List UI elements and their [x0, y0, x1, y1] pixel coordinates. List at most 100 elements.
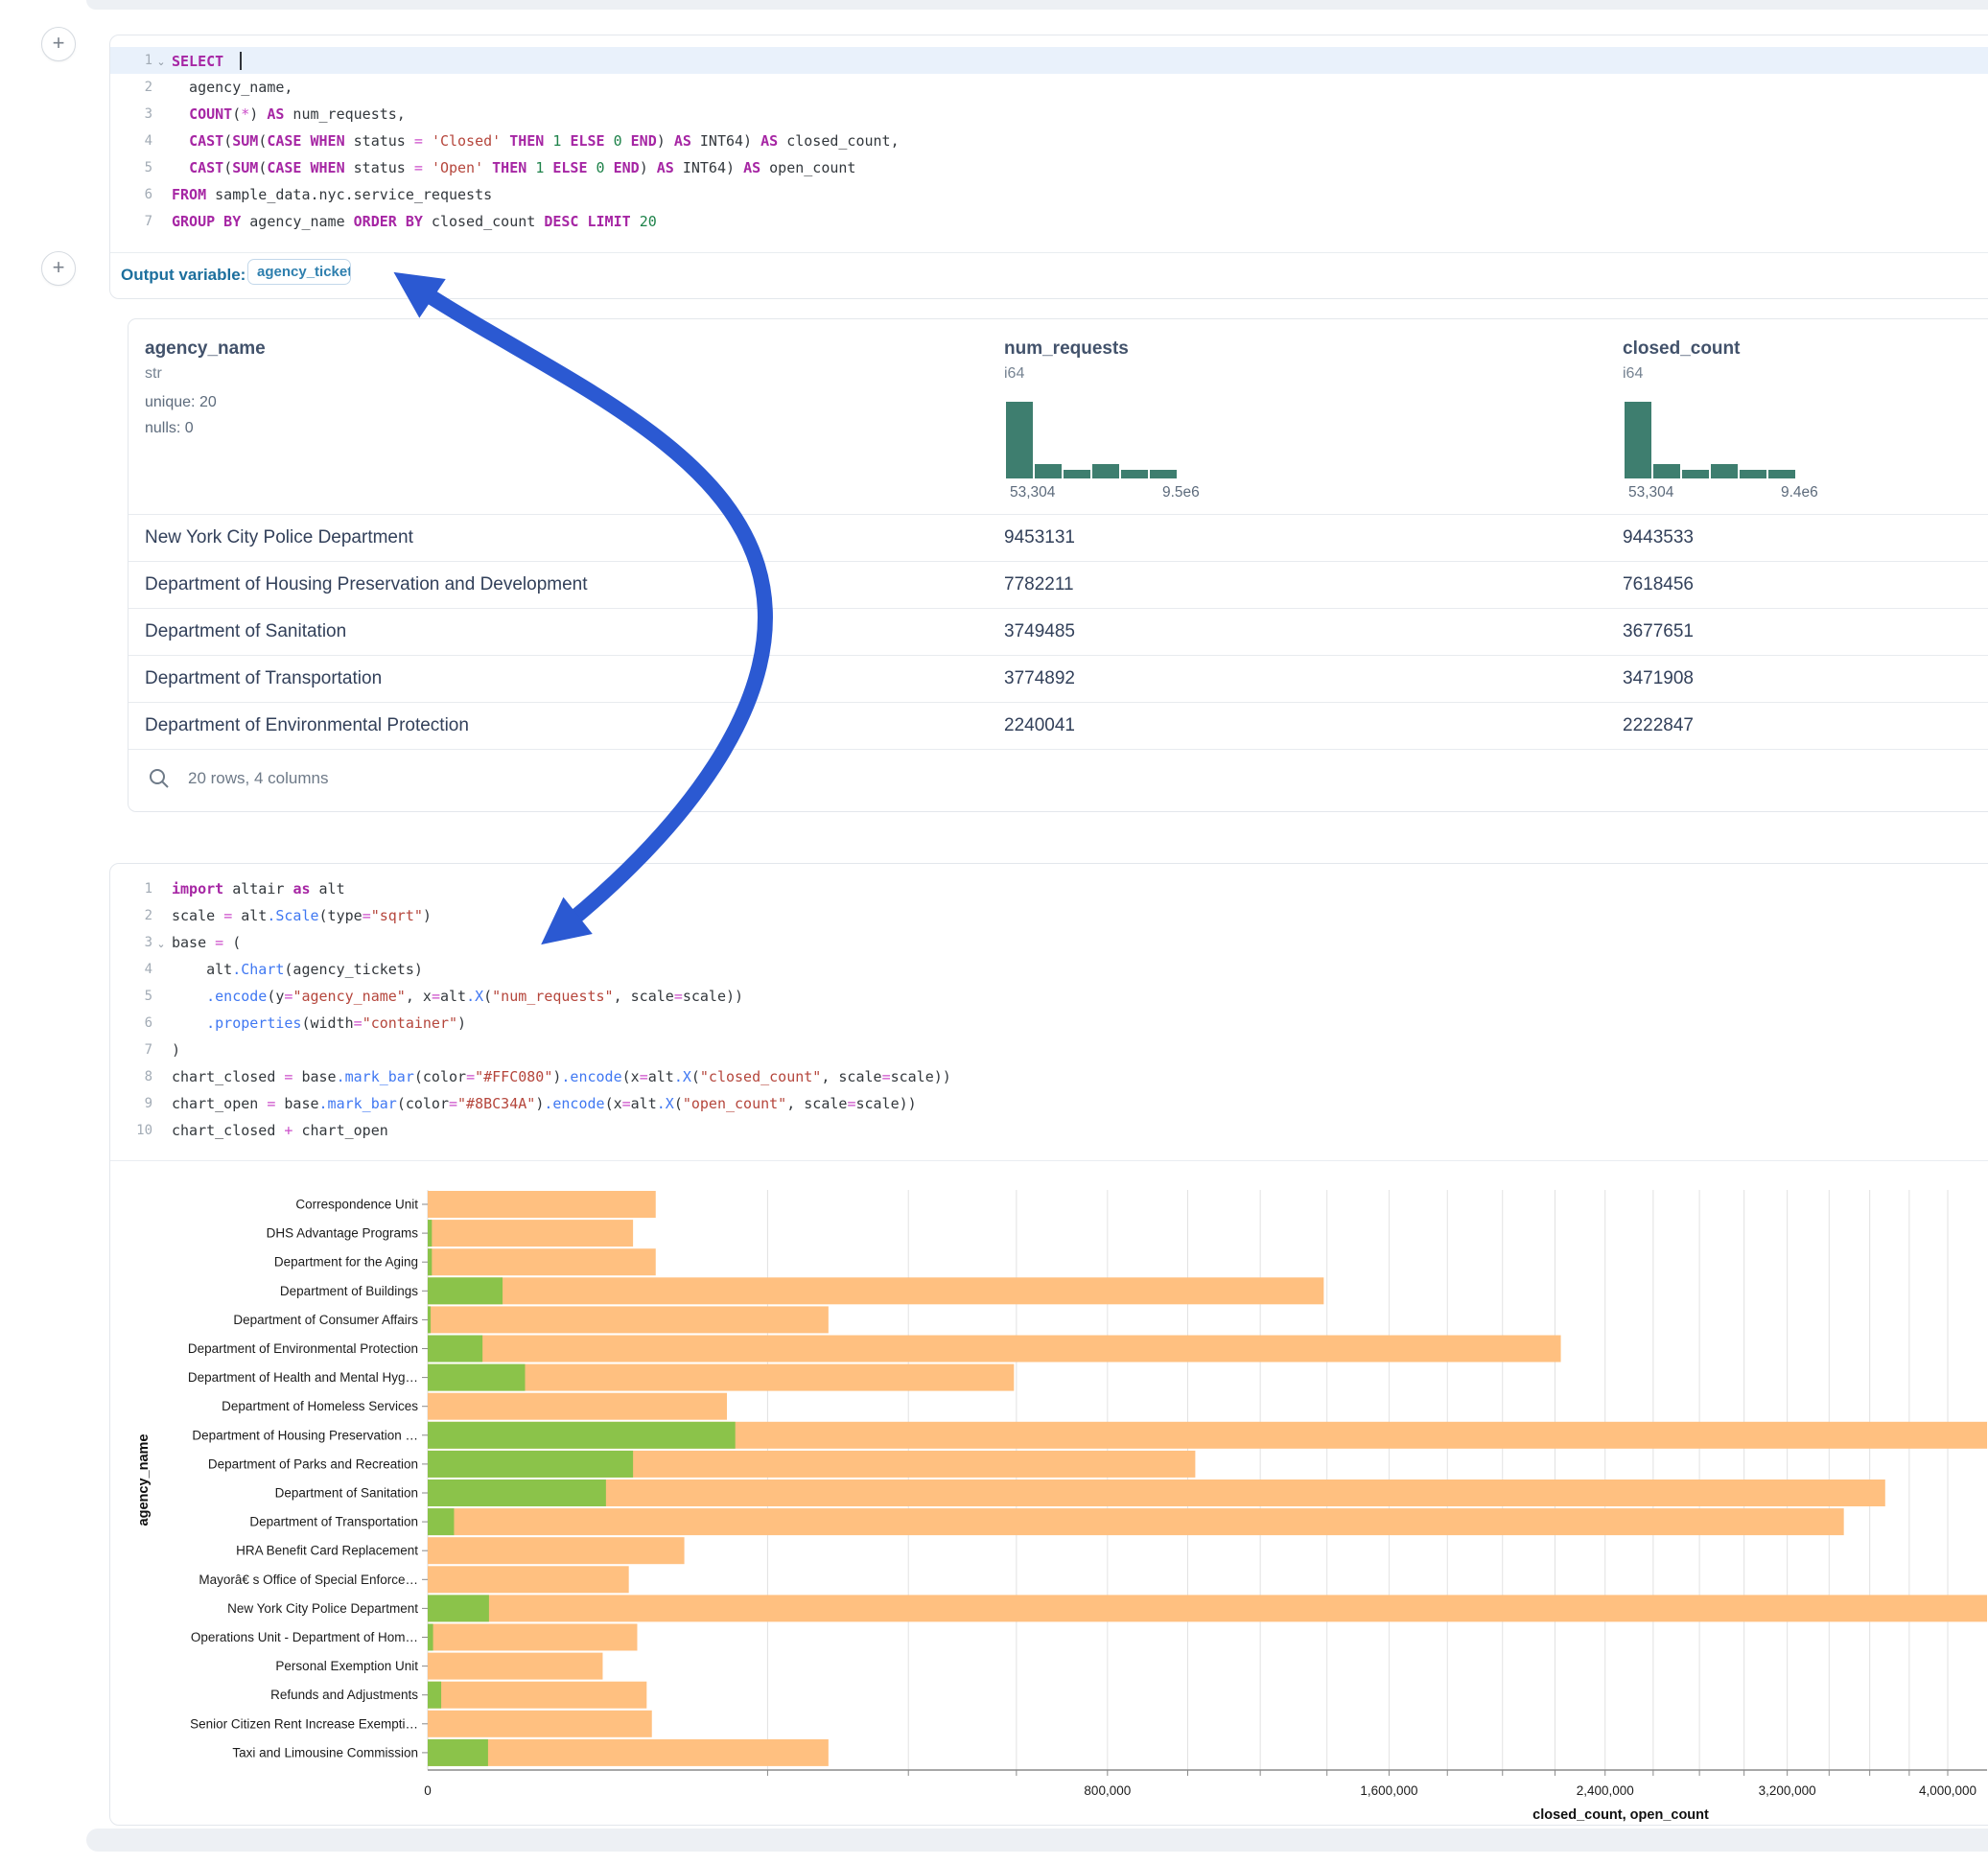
code-text: chart_open = base.mark_bar(color="#8BC34…	[170, 1095, 917, 1112]
table-cell: Department of Transportation	[145, 668, 382, 689]
python-code-editor[interactable]: 1import altair as alt2scale = alt.Scale(…	[110, 875, 1988, 1144]
code-text: FROM sample_data.nyc.service_requests	[170, 186, 492, 203]
fold-gutter	[152, 1130, 170, 1132]
column-title: agency_name	[145, 338, 266, 360]
cell-section-divider	[110, 252, 1988, 253]
histogram-bar	[1740, 470, 1766, 478]
histogram-num-requests	[1006, 402, 1177, 478]
y-tick-label: New York City Police Department	[227, 1601, 418, 1616]
code-text: import altair as alt	[170, 880, 345, 897]
table-cell: 3677651	[1623, 621, 1694, 642]
search-icon[interactable]	[148, 767, 171, 790]
chart-bar-closed	[428, 1624, 637, 1651]
table-row[interactable]: Department of Transportation377489234719…	[129, 655, 1988, 703]
sql-code-editor[interactable]: 1⌄SELECT 2 agency_name,3 COUNT(*) AS num…	[110, 47, 1988, 235]
chart-bar-open	[428, 1422, 736, 1449]
histogram-closed-count	[1625, 402, 1795, 478]
line-number: 4	[110, 962, 152, 977]
code-line-1: 1⌄SELECT	[110, 47, 1988, 74]
histogram-bar	[1064, 470, 1090, 478]
bottom-cell-edge	[86, 1829, 1988, 1852]
y-tick-label: Department for the Aging	[274, 1255, 418, 1270]
y-tick-label: Personal Exemption Unit	[275, 1659, 418, 1673]
code-line-5: 5 CAST(SUM(CASE WHEN status = 'Open' THE…	[110, 154, 1988, 181]
add-cell-button-middle[interactable]: +	[41, 251, 76, 286]
x-tick-label: 3,200,000	[1759, 1783, 1816, 1798]
y-tick-label: Department of Parks and Recreation	[208, 1456, 418, 1471]
chart-bar-closed	[428, 1480, 1885, 1506]
histogram-bar	[1625, 402, 1651, 478]
altair-bar-chart: Correspondence UnitDHS Advantage Program…	[110, 1160, 1987, 1824]
chart-bar-open	[428, 1306, 431, 1333]
line-number: 7	[110, 214, 152, 229]
add-cell-button-top[interactable]: +	[41, 27, 76, 61]
table-row[interactable]: Department of Environmental Protection22…	[129, 702, 1988, 750]
y-tick-label: Correspondence Unit	[295, 1198, 418, 1212]
chart-bar-closed	[428, 1537, 685, 1564]
code-text: chart_closed + chart_open	[170, 1122, 388, 1139]
table-cell: 7782211	[1004, 574, 1074, 595]
code-text: chart_closed = base.mark_bar(color="#FFC…	[170, 1068, 951, 1085]
output-variable-label: Output variable:	[121, 266, 246, 285]
y-tick-label: HRA Benefit Card Replacement	[236, 1544, 418, 1558]
code-text: SELECT	[170, 52, 242, 70]
table-cell: 9453131	[1004, 527, 1075, 548]
line-number: 9	[110, 1096, 152, 1111]
fold-gutter	[152, 888, 170, 891]
line-number: 3	[110, 106, 152, 122]
fold-chevron-icon[interactable]: ⌄	[152, 935, 170, 950]
column-meta-nulls: nulls: 0	[145, 420, 194, 437]
table-cell: 3471908	[1623, 668, 1694, 689]
table-cell: Department of Environmental Protection	[145, 715, 469, 736]
histogram-bar	[1121, 470, 1148, 478]
python-cell: 1import altair as alt2scale = alt.Scale(…	[109, 863, 1988, 1826]
chart-bar-open	[428, 1739, 488, 1766]
chart-bar-closed	[428, 1653, 602, 1680]
fold-gutter	[152, 1076, 170, 1079]
chart-bar-closed	[428, 1306, 829, 1333]
chart-bar-open	[428, 1277, 503, 1304]
code-line-7: 7)	[110, 1037, 1988, 1063]
code-text: .encode(y="agency_name", x=alt.X("num_re…	[170, 988, 743, 1005]
code-line-8: 8chart_closed = base.mark_bar(color="#FF…	[110, 1063, 1988, 1090]
fold-gutter	[152, 221, 170, 223]
chart-bar-closed	[428, 1508, 1844, 1535]
notebook-page: + + 1⌄SELECT 2 agency_name,3 COUNT(*) AS…	[0, 0, 1988, 1864]
fold-gutter	[152, 915, 170, 918]
chart-bar-open	[428, 1624, 433, 1651]
fold-chevron-icon[interactable]: ⌄	[152, 53, 170, 68]
column-title: num_requests	[1004, 338, 1129, 360]
y-tick-label: Department of Buildings	[280, 1284, 418, 1298]
code-line-3: 3⌄base = (	[110, 929, 1988, 956]
fold-gutter	[152, 1103, 170, 1106]
chart-bar-closed	[428, 1336, 1561, 1363]
code-text: base = (	[170, 934, 241, 951]
code-line-7: 7 GROUP BY agency_name ORDER BY closed_co…	[110, 208, 1988, 235]
line-number: 1	[110, 53, 152, 68]
table-row[interactable]: Department of Sanitation37494853677651	[129, 608, 1988, 656]
line-number: 3	[110, 935, 152, 950]
histogram-max-label: 9.4e6	[1781, 484, 1818, 501]
table-cell: Department of Sanitation	[145, 621, 346, 642]
y-tick-label: Department of Transportation	[249, 1515, 418, 1529]
table-footer: 20 rows, 4 columns	[129, 749, 1988, 811]
table-cell: Department of Housing Preservation and D…	[145, 574, 588, 595]
code-line-1: 1 import altair as alt	[110, 875, 1988, 902]
code-line-2: 2 agency_name,	[110, 74, 1988, 101]
table-row[interactable]: New York City Police Department945313194…	[129, 514, 1988, 562]
output-variable-pill[interactable]: agency_tickets	[247, 259, 351, 285]
top-cell-edge	[86, 0, 1988, 10]
line-number: 1	[110, 881, 152, 897]
histogram-min-label: 53,304	[1628, 484, 1673, 501]
chart-bar-closed	[428, 1393, 727, 1420]
x-tick-label: 0	[424, 1783, 432, 1798]
code-text: GROUP BY agency_name ORDER BY closed_cou…	[170, 213, 657, 230]
column-type: i64	[1623, 365, 1643, 383]
table-row[interactable]: Department of Housing Preservation and D…	[129, 561, 1988, 609]
chart-bar-open	[428, 1595, 489, 1621]
code-text: alt.Chart(agency_tickets)	[170, 961, 423, 978]
x-tick-label: 800,000	[1084, 1783, 1131, 1798]
table-cell: 9443533	[1623, 527, 1694, 548]
chart-bar-closed	[428, 1277, 1323, 1304]
y-tick-label: Department of Consumer Affairs	[233, 1313, 418, 1327]
